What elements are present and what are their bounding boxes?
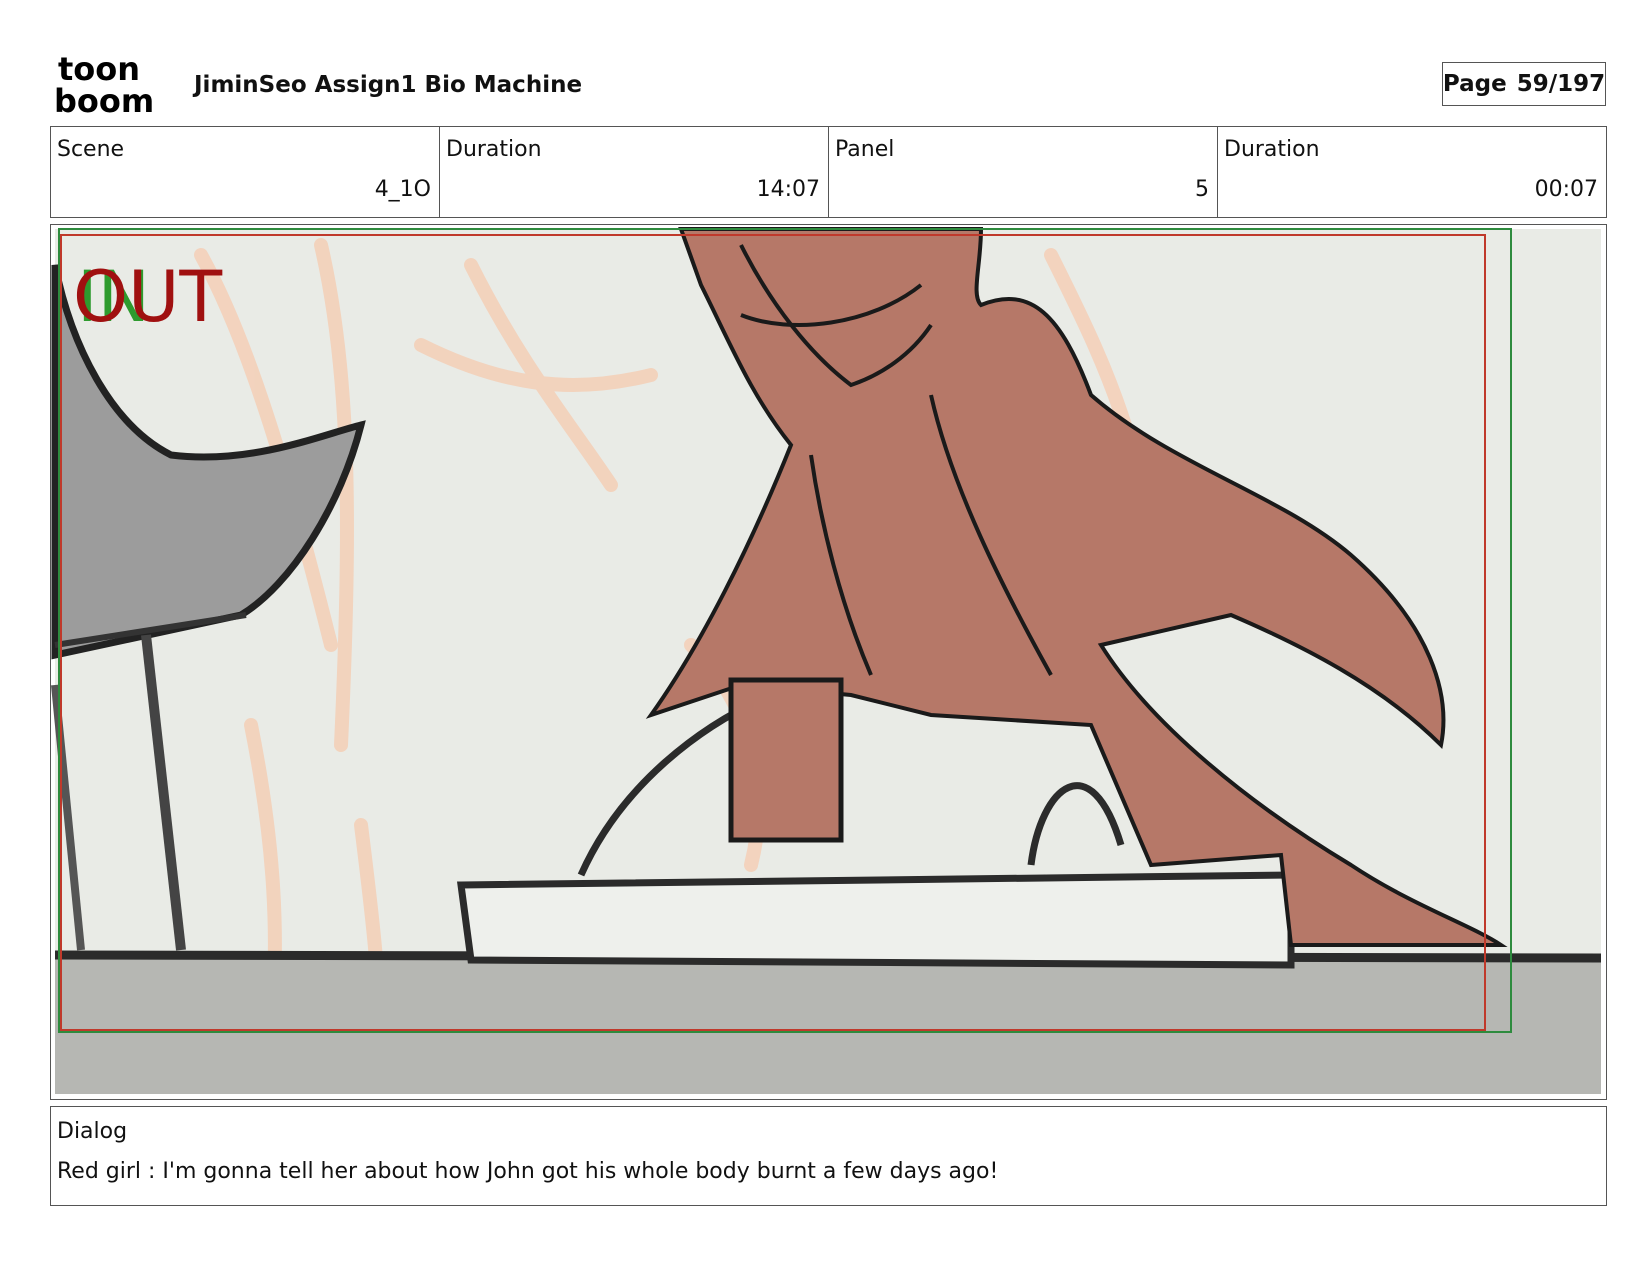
storyboard-panel: IN OUT bbox=[50, 224, 1607, 1100]
panel-cell: Panel 5 bbox=[829, 127, 1218, 217]
scene-value: 4_1O bbox=[374, 177, 431, 202]
toonboom-logo: toon boom bbox=[54, 50, 172, 120]
panel-duration-label: Duration bbox=[1224, 137, 1320, 162]
dialog-label: Dialog bbox=[57, 1119, 128, 1144]
project-title: JiminSeo Assign1 Bio Machine bbox=[194, 72, 583, 98]
panel-label: Panel bbox=[835, 137, 895, 162]
dialog-text: Red girl : I'm gonna tell her about how … bbox=[57, 1159, 999, 1184]
panel-drawing: IN OUT bbox=[51, 227, 1602, 1094]
panel-duration-cell: Duration 00:07 bbox=[1218, 127, 1606, 217]
dialog-box: Dialog Red girl : I'm gonna tell her abo… bbox=[50, 1106, 1607, 1206]
floor bbox=[55, 955, 1601, 1094]
scene-info-row: Scene 4_1O Duration 14:07 Panel 5 Durati… bbox=[50, 126, 1607, 218]
scene-label: Scene bbox=[57, 137, 125, 162]
page-label: Page bbox=[1442, 71, 1507, 97]
panel-value: 5 bbox=[1195, 177, 1209, 202]
scene-duration-value: 14:07 bbox=[756, 177, 820, 202]
page-number: 59/197 bbox=[1516, 71, 1606, 97]
scene-duration-label: Duration bbox=[446, 137, 542, 162]
logo-text-bottom: boom bbox=[54, 82, 154, 116]
scene-cell: Scene 4_1O bbox=[51, 127, 440, 217]
scene-duration-cell: Duration 14:07 bbox=[440, 127, 829, 217]
out-marker: OUT bbox=[73, 256, 222, 338]
panel-duration-value: 00:07 bbox=[1534, 177, 1598, 202]
page-indicator: Page 59/197 bbox=[1442, 62, 1606, 106]
